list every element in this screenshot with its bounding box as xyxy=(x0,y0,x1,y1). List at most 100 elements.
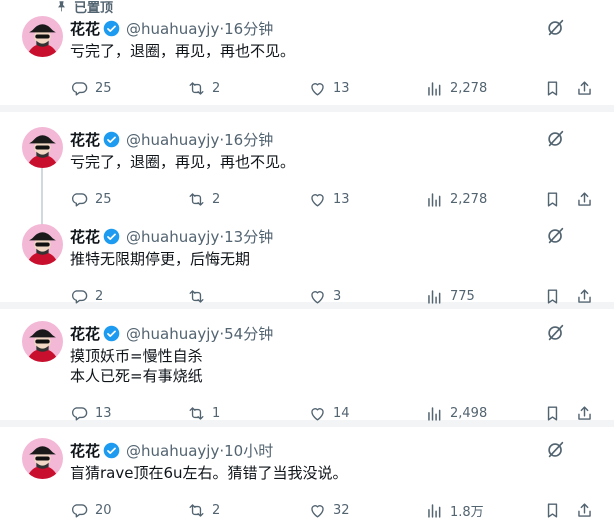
verified-badge-icon xyxy=(103,228,120,245)
grok-icon[interactable] xyxy=(545,439,567,461)
handle[interactable]: @huahuayjy xyxy=(126,442,219,460)
retweet-button[interactable] xyxy=(187,287,212,306)
grok-icon[interactable] xyxy=(545,322,567,344)
views-count: 775 xyxy=(450,289,475,304)
tweet-header: 花花 @huahuayjy · 16分钟 xyxy=(70,129,273,150)
grok-icon[interactable] xyxy=(545,128,567,150)
views-button[interactable]: 2,278 xyxy=(425,79,487,98)
reply-button[interactable]: 25 xyxy=(70,79,112,98)
retweet-icon xyxy=(187,190,206,209)
share-icon xyxy=(575,190,594,209)
tweet-header: 花花 @huahuayjy · 13分钟 xyxy=(70,226,273,247)
reply-button[interactable]: 2 xyxy=(70,287,103,306)
tweet-card[interactable]: 花花 @huahuayjy · 10小时 盲猜rave顶在6u左右。猜错了当我没说。… xyxy=(5,426,605,520)
replies-count: 13 xyxy=(95,406,112,421)
timestamp[interactable]: 10小时 xyxy=(224,440,273,461)
avatar[interactable] xyxy=(22,224,63,265)
display-name[interactable]: 花花 xyxy=(70,18,100,39)
like-button[interactable]: 32 xyxy=(308,501,350,520)
timestamp[interactable]: 54分钟 xyxy=(224,323,273,344)
tweet-card[interactable]: 花花 @huahuayjy · 13分钟 推特无限期停更，后悔无期 2 3 775 xyxy=(5,212,605,304)
likes-count: 13 xyxy=(333,81,350,96)
display-name[interactable]: 花花 xyxy=(70,323,100,344)
tweet-card[interactable]: 花花 @huahuayjy · 54分钟 摸顶妖币=慢性自杀 本人已死=有事烧纸 13 1… xyxy=(5,309,605,421)
handle[interactable]: @huahuayjy xyxy=(126,131,219,149)
share-button[interactable] xyxy=(575,79,594,98)
views-icon xyxy=(425,79,444,98)
views-button[interactable]: 775 xyxy=(425,287,475,306)
views-icon xyxy=(425,190,444,209)
bookmark-icon xyxy=(543,501,562,520)
bookmark-button[interactable] xyxy=(543,404,562,423)
tweet-text: 摸顶妖币=慢性自杀 xyxy=(70,347,203,365)
avatar[interactable] xyxy=(22,16,63,57)
like-icon xyxy=(308,404,327,423)
share-button[interactable] xyxy=(575,287,594,306)
views-button[interactable]: 2,498 xyxy=(425,404,487,423)
avatar[interactable] xyxy=(22,127,63,168)
share-button[interactable] xyxy=(575,501,594,520)
retweet-button[interactable]: 2 xyxy=(187,79,220,98)
handle[interactable]: @huahuayjy xyxy=(126,20,219,38)
pin-icon xyxy=(58,1,65,12)
replies-count: 25 xyxy=(95,192,112,207)
tweet-card[interactable]: 已置顶 花花 @huahuayjy · 16分钟 亏完了，退圈，再见，再也不见。 25 2… xyxy=(5,0,605,105)
reply-icon xyxy=(70,287,89,306)
handle[interactable]: @huahuayjy xyxy=(126,228,219,246)
grok-icon[interactable] xyxy=(545,225,567,247)
reply-button[interactable]: 13 xyxy=(70,404,112,423)
tweet-header: 花花 @huahuayjy · 54分钟 xyxy=(70,323,273,344)
views-icon xyxy=(425,287,444,306)
tweet-card[interactable]: 花花 @huahuayjy · 16分钟 亏完了，退圈，再见，再也不见。 25 2 13 2… xyxy=(5,115,605,212)
bookmark-button[interactable] xyxy=(543,190,562,209)
retweet-button[interactable]: 2 xyxy=(187,190,220,209)
avatar[interactable] xyxy=(22,438,63,479)
tweet-text: 推特无限期停更，后悔无期 xyxy=(70,250,251,268)
views-button[interactable]: 1.8万 xyxy=(425,501,484,520)
views-count: 2,278 xyxy=(450,192,488,207)
share-icon xyxy=(575,287,594,306)
display-name[interactable]: 花花 xyxy=(70,440,100,461)
bookmark-button[interactable] xyxy=(543,287,562,306)
timeline: 已置顶 花花 @huahuayjy · 16分钟 亏完了，退圈，再见，再也不见。 25 2… xyxy=(0,0,614,520)
retweet-icon xyxy=(187,79,206,98)
share-icon xyxy=(575,79,594,98)
tweet-header: 花花 @huahuayjy · 16分钟 xyxy=(70,18,273,39)
retweet-button[interactable]: 2 xyxy=(187,501,220,520)
grok-icon[interactable] xyxy=(545,17,567,39)
bookmark-button[interactable] xyxy=(543,501,562,520)
reply-icon xyxy=(70,404,89,423)
like-button[interactable]: 14 xyxy=(308,404,350,423)
retweets-count: 2 xyxy=(212,192,221,207)
handle[interactable]: @huahuayjy xyxy=(126,325,219,343)
views-icon xyxy=(425,501,444,520)
avatar[interactable] xyxy=(22,321,63,362)
verified-badge-icon xyxy=(103,20,120,37)
retweet-button[interactable]: 1 xyxy=(187,404,220,423)
share-button[interactable] xyxy=(575,404,594,423)
tweet-text: 亏完了，退圈，再见，再也不见。 xyxy=(70,42,296,60)
tweet-actions: 25 2 13 2,278 xyxy=(70,79,606,99)
pinned-text: 已置顶 xyxy=(74,1,114,16)
timestamp[interactable]: 16分钟 xyxy=(224,18,273,39)
timestamp[interactable]: 16分钟 xyxy=(224,129,273,150)
like-button[interactable]: 3 xyxy=(308,287,341,306)
like-icon xyxy=(308,287,327,306)
display-name[interactable]: 花花 xyxy=(70,226,100,247)
bookmark-button[interactable] xyxy=(543,79,562,98)
reply-icon xyxy=(70,190,89,209)
retweet-icon xyxy=(187,287,206,306)
views-button[interactable]: 2,278 xyxy=(425,190,487,209)
views-icon xyxy=(425,404,444,423)
like-button[interactable]: 13 xyxy=(308,190,350,209)
like-button[interactable]: 13 xyxy=(308,79,350,98)
views-count: 2,498 xyxy=(450,406,488,421)
display-name[interactable]: 花花 xyxy=(70,129,100,150)
share-button[interactable] xyxy=(575,190,594,209)
timestamp[interactable]: 13分钟 xyxy=(224,226,273,247)
reply-button[interactable]: 25 xyxy=(70,190,112,209)
verified-badge-icon xyxy=(103,325,120,342)
reply-button[interactable]: 20 xyxy=(70,501,112,520)
replies-count: 25 xyxy=(95,81,112,96)
verified-badge-icon xyxy=(103,131,120,148)
